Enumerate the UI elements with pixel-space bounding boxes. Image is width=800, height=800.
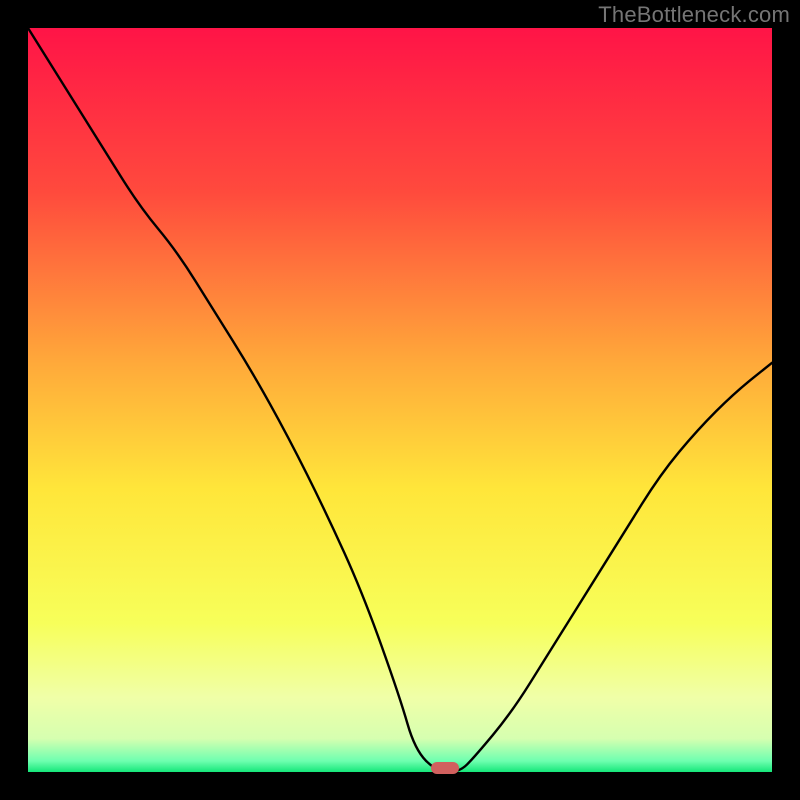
chart-svg xyxy=(28,28,772,772)
gradient-background xyxy=(28,28,772,772)
chart-frame: TheBottleneck.com xyxy=(0,0,800,800)
plot-area xyxy=(28,28,772,772)
minimum-marker xyxy=(431,762,459,774)
watermark-text: TheBottleneck.com xyxy=(598,2,790,28)
